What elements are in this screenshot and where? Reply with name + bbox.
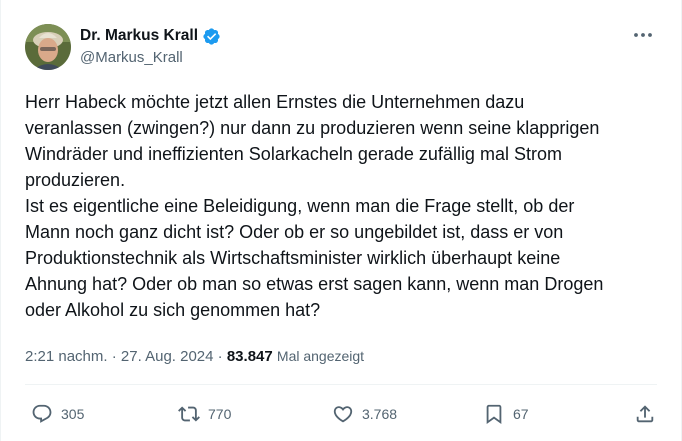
display-name[interactable]: Dr. Markus Krall (80, 27, 198, 45)
repost-icon (178, 406, 200, 422)
verified-badge-icon[interactable] (202, 27, 221, 46)
author-handle[interactable]: @Markus_Krall (80, 49, 221, 66)
avatar[interactable] (25, 24, 71, 70)
divider (25, 384, 657, 385)
tweet-date[interactable]: 27. Aug. 2024 (121, 348, 214, 365)
share-button[interactable] (634, 399, 656, 429)
bookmark-button[interactable]: 67 (483, 399, 529, 429)
views-label: Mal angezeigt (276, 348, 365, 364)
share-icon (636, 405, 654, 423)
bookmark-icon (486, 404, 502, 425)
tweet-header: Dr. Markus Krall @Markus_Krall (25, 23, 661, 71)
reply-button[interactable]: 305 (31, 399, 84, 429)
author-name-row: Dr. Markus Krall (80, 25, 221, 47)
tweet-time[interactable]: 2:21 nachm. (25, 348, 108, 365)
meta-separator: · (213, 348, 227, 365)
tweet-text: Herr Habeck möchte jetzt allen Ernstes d… (25, 92, 604, 320)
like-count: 3.768 (362, 406, 398, 422)
views-count: 83.847 (226, 348, 273, 365)
like-button[interactable]: 3.768 (332, 399, 397, 429)
reply-count: 305 (61, 406, 85, 422)
more-dots-icon[interactable] (631, 27, 655, 43)
repost-button[interactable]: 770 (178, 399, 231, 429)
action-bar: 305 770 3.768 67 (1, 399, 682, 429)
bookmark-count: 67 (513, 406, 529, 422)
author-block: Dr. Markus Krall @Markus_Krall (80, 25, 221, 66)
meta-separator: · (107, 348, 121, 365)
repost-count: 770 (208, 406, 232, 422)
reply-icon (32, 404, 52, 423)
avatar-photo (25, 24, 71, 70)
heart-icon (333, 406, 353, 423)
tweet-meta: 2:21 nachm. · 27. Aug. 2024 · 83.847 Mal… (25, 348, 364, 365)
tweet-card: Dr. Markus Krall @Markus_Krall Herr Habe… (0, 0, 682, 441)
